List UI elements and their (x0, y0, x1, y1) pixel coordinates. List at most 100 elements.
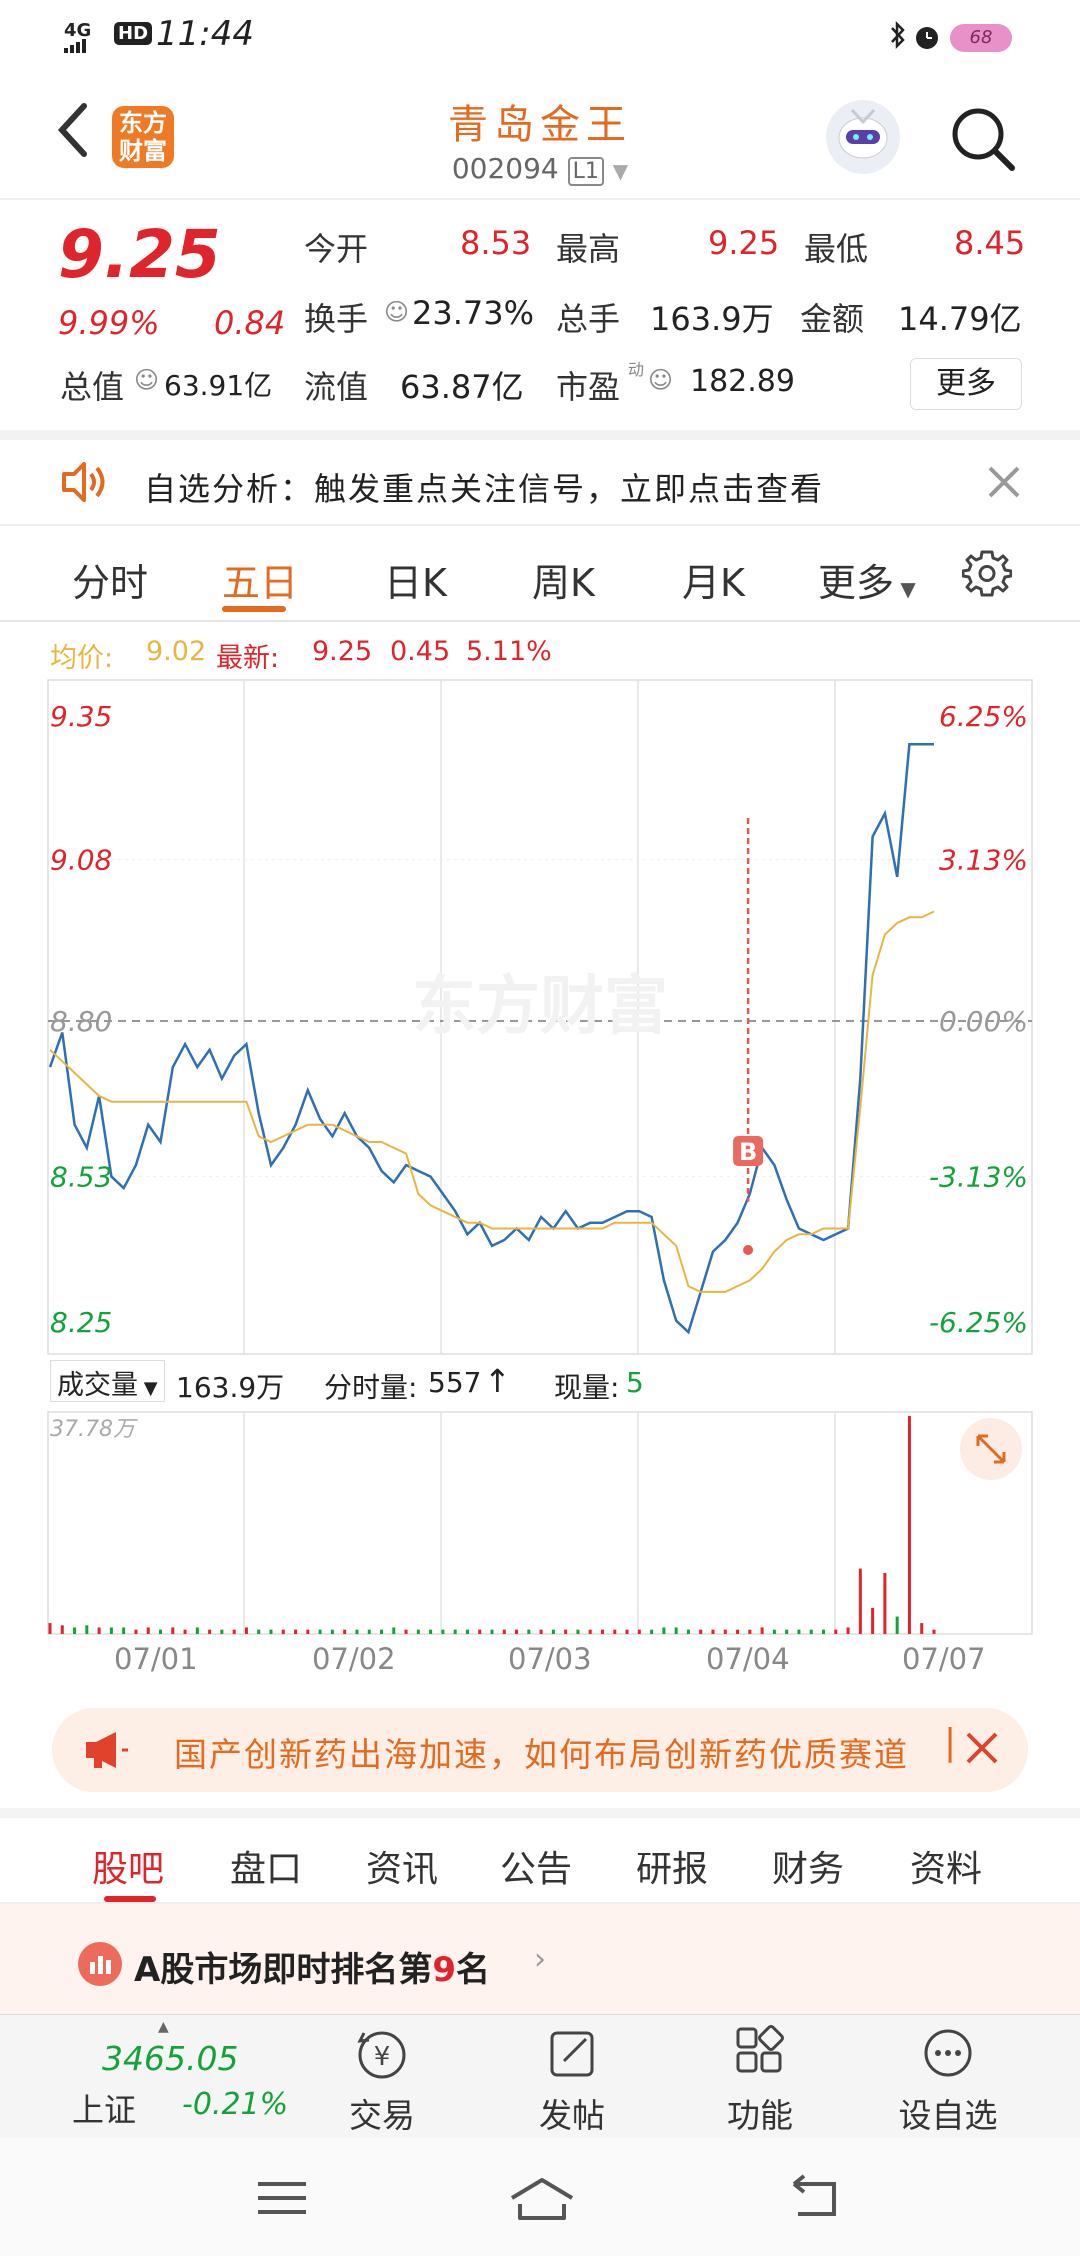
volume-bar (871, 1607, 875, 1634)
market-rank-row[interactable]: A股市场即时排名第9名 › (0, 1904, 1080, 2014)
volume-bar (858, 1568, 862, 1634)
back-icon[interactable] (790, 2174, 842, 2224)
volume-value: 163.9万 (650, 300, 774, 338)
volume-bar (527, 1629, 531, 1634)
pe-label: 市盈 (556, 368, 621, 406)
close-icon[interactable] (962, 1728, 1002, 1772)
date-label: 07/01 (114, 1642, 198, 1676)
tab-five-day[interactable]: 五日 (222, 552, 298, 607)
trade-button[interactable]: ¥ 交易 (312, 2025, 452, 2137)
volume-bar (146, 1627, 150, 1634)
clock: 11:44 (156, 14, 254, 54)
app-logo[interactable]: 东方 财富 (112, 106, 174, 168)
info-icon[interactable]: ☺ (134, 366, 159, 394)
search-icon[interactable] (948, 104, 1018, 178)
functions-button[interactable]: 功能 (690, 2025, 830, 2137)
speaker-icon (60, 458, 110, 510)
gear-icon[interactable] (961, 548, 1013, 602)
volume-bar (269, 1629, 273, 1634)
volume-bar (73, 1627, 77, 1634)
volume-bar (662, 1627, 666, 1634)
volume-bar (429, 1629, 433, 1634)
volume-bar (576, 1629, 580, 1634)
volume-bar (699, 1629, 703, 1634)
system-nav-bar (0, 2138, 1080, 2256)
up-arrow-icon: ↑ (484, 1362, 511, 1400)
index-widget[interactable]: ▲ 3465.05 上证 -0.21% (50, 2019, 288, 2135)
float-value: 63.87亿 (400, 368, 524, 406)
signal-label: B (739, 1138, 757, 1166)
y-axis-label: 8.25 (50, 1306, 112, 1339)
volume-bar (637, 1629, 641, 1634)
tab-daily-k[interactable]: 日K (384, 552, 447, 607)
status-bar: 4G HD 11:44 68 (0, 0, 1080, 70)
home-icon[interactable] (508, 2174, 576, 2226)
tab-research[interactable]: 研报 (636, 1840, 708, 1892)
volume-bar (601, 1629, 604, 1634)
volume-bar (318, 1629, 322, 1634)
volume-bar (588, 1629, 592, 1634)
volume-bar (183, 1629, 187, 1634)
add-watchlist-button[interactable]: 设自选 (878, 2025, 1018, 2137)
stock-code-row[interactable]: 002094 L1 ▼ (440, 152, 640, 186)
tab-more[interactable]: 更多 ▼ (818, 552, 916, 607)
price-chart[interactable]: 东方财富 9.35 6.25% 9.08 3.13% 8.80 0.00% 8.53 -3.1… (0, 678, 1080, 1356)
volume-bar (48, 1623, 52, 1634)
post-button[interactable]: 发帖 (502, 2025, 642, 2137)
volume-bar (85, 1625, 89, 1634)
open-label: 今开 (304, 230, 369, 268)
caret-up-icon: ▲ (158, 2019, 169, 2035)
chevron-right-icon: › (534, 1942, 546, 1977)
tab-guba[interactable]: 股吧 (92, 1840, 164, 1892)
watermark: 东方财富 (412, 970, 668, 1042)
volume-bar (613, 1629, 617, 1634)
info-icon[interactable]: ☺ (648, 366, 673, 394)
date-axis: 07/01 07/02 07/03 07/04 07/07 (0, 1636, 1080, 1686)
amount-value: 14.79亿 (898, 300, 1022, 338)
tab-monthly-k[interactable]: 月K (682, 552, 745, 607)
more-button[interactable]: 更多 (910, 358, 1022, 410)
date-label: 07/07 (902, 1642, 986, 1676)
y-axis-pct-label: -6.25% (929, 1306, 1028, 1339)
tab-news[interactable]: 资讯 (366, 1840, 438, 1892)
volume-bar (478, 1629, 482, 1634)
volume-bar (60, 1625, 64, 1634)
close-icon[interactable] (984, 462, 1024, 506)
chart-period-tabs: 分时 五日 日K 周K 月K 更多 ▼ (0, 526, 1080, 622)
change-amount: 0.84 (214, 304, 286, 342)
tab-finance[interactable]: 财务 (772, 1840, 844, 1892)
volume-chart[interactable]: 37.78万 (0, 1406, 1080, 1636)
volume-info-line: 成交量 ▼ 163.9万 分时量: 557 ↑ 现量: 5 (0, 1356, 1080, 1406)
index-name: 上证 (72, 2091, 137, 2129)
volume-bar (907, 1416, 911, 1634)
tab-weekly-k[interactable]: 周K (532, 552, 595, 607)
now-volume: 5 (626, 1366, 644, 1399)
back-arrow-icon[interactable] (52, 100, 92, 164)
quote-panel: 9.25 9.99% 0.84 今开 8.53 最高 9.25 最低 8.45 … (0, 200, 1080, 430)
volume-bar (97, 1627, 101, 1634)
float-label: 流值 (304, 368, 369, 406)
tab-pankou[interactable]: 盘口 (230, 1840, 302, 1892)
menu-icon[interactable] (254, 2178, 310, 2222)
robot-assistant-avatar[interactable] (826, 100, 900, 174)
divider: | (944, 1722, 957, 1763)
volume-bar (380, 1629, 383, 1634)
volume-bar (109, 1627, 113, 1634)
volume-bar (551, 1629, 555, 1634)
avg-label: 均价: (50, 643, 114, 674)
volume-selector[interactable]: 成交量 ▼ (50, 1360, 165, 1402)
stock-name: 青岛金王 (448, 102, 632, 148)
volume-bar (625, 1629, 629, 1634)
date-label: 07/02 (312, 1642, 396, 1676)
tab-intraday[interactable]: 分时 (72, 552, 148, 607)
level-badge: L1 (567, 157, 604, 186)
tab-announcements[interactable]: 公告 (500, 1840, 572, 1892)
notice-banner[interactable]: 自选分析：触发重点关注信号，立即点击查看 (0, 430, 1080, 526)
news-banner[interactable]: 国产创新药出海加速，如何布局创新药优质赛道 | (52, 1708, 1028, 1792)
expand-icon[interactable] (960, 1418, 1022, 1480)
latest-change: 0.45 (390, 636, 451, 667)
trade-icon: ¥ (357, 2031, 406, 2079)
volume-bar (441, 1629, 445, 1634)
info-icon[interactable]: ☺ (384, 298, 409, 326)
tab-profile[interactable]: 资料 (910, 1840, 982, 1892)
